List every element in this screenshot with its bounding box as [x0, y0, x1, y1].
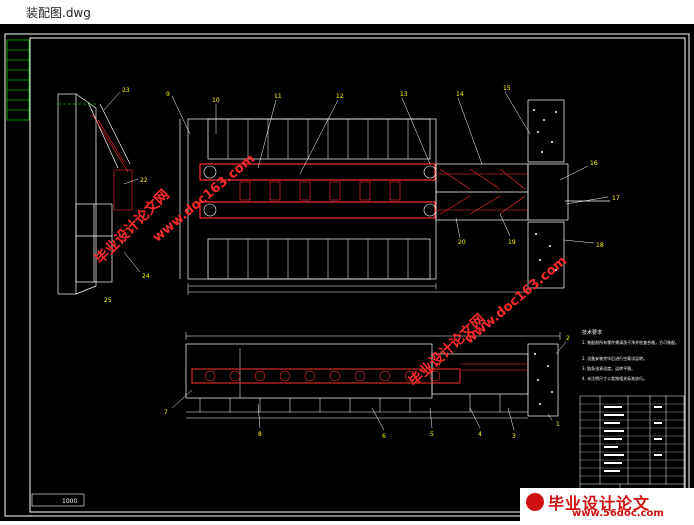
footer-watermark: 毕业设计论文 www.56doc.com — [520, 488, 694, 521]
label-18: 18 — [596, 242, 604, 249]
note-1: 1. 装配前所有零件需清洗干净并检查合格，方可装配。 — [582, 339, 679, 345]
note-2: 2. 设备安装完毕后进行空载试运转。 — [582, 355, 647, 361]
inner-frame — [29, 37, 686, 513]
label-2: 2 — [566, 335, 570, 342]
label-13: 13 — [400, 91, 408, 98]
label-11: 11 — [274, 93, 282, 100]
note-3: 3. 链条张紧适度，运转平稳。 — [582, 365, 635, 371]
label-16: 16 — [590, 160, 598, 167]
scale-label: 1000 — [62, 498, 77, 505]
label-7: 7 — [164, 409, 168, 416]
label-9: 9 — [166, 91, 170, 98]
footer-watermark-url: www.56doc.com — [572, 508, 664, 519]
label-14: 14 — [456, 91, 464, 98]
title-bar: 装配图.dwg — [0, 0, 694, 24]
label-10: 10 — [212, 97, 220, 104]
label-5: 5 — [430, 431, 434, 438]
note-4: 4. 未注明尺寸公差按相关标准执行。 — [582, 375, 647, 381]
hopper-structure — [57, 93, 131, 295]
label-1: 1 — [556, 421, 560, 428]
watermark-logo-icon — [526, 493, 544, 511]
drawing-canvas[interactable]: 23 9 10 11 12 13 14 15 16 17 18 19 20 22… — [0, 24, 694, 521]
assembly-drawing: 23 9 10 11 12 13 14 15 16 17 18 19 20 22… — [4, 33, 690, 517]
label-24: 24 — [142, 273, 150, 280]
label-23: 23 — [122, 87, 130, 94]
label-15: 15 — [503, 85, 511, 92]
file-title: 装配图.dwg — [26, 6, 91, 20]
label-22: 22 — [140, 177, 148, 184]
label-17: 17 — [612, 195, 620, 202]
label-12: 12 — [336, 93, 344, 100]
label-20: 20 — [458, 239, 466, 246]
label-25: 25 — [104, 297, 112, 304]
label-4: 4 — [478, 431, 482, 438]
conveyor-body-front — [185, 343, 559, 417]
label-19: 19 — [508, 239, 516, 246]
notes-title: 技术要求 — [582, 329, 602, 336]
discharge-extension — [435, 163, 569, 221]
label-6: 6 — [382, 433, 386, 440]
label-8: 8 — [258, 431, 262, 438]
label-3: 3 — [512, 433, 516, 440]
